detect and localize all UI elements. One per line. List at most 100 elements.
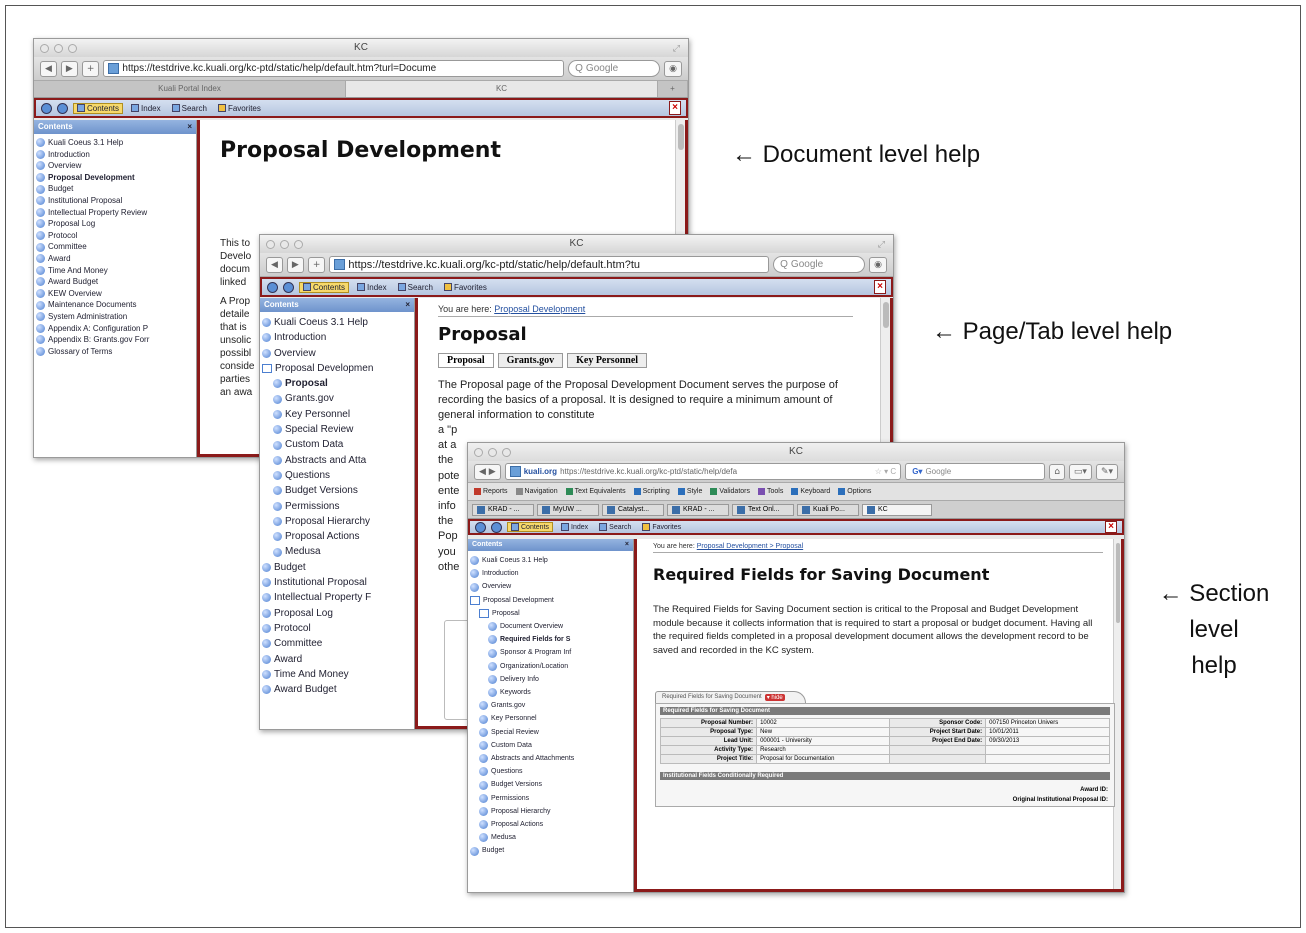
sidebar-item[interactable]: Appendix A: Configuration P [36,323,194,335]
search-field[interactable]: Q Google [568,60,661,77]
sidebar-item[interactable]: Award Budget [36,276,194,288]
contents-button[interactable]: Contents [299,281,350,293]
help-close-icon[interactable]: × [669,101,681,115]
sidebar-item[interactable]: Proposal Log [36,218,194,230]
sidebar-item[interactable]: Organization/Location [470,660,631,673]
sidebar-item[interactable]: Award [262,652,412,667]
help-forward-icon[interactable] [491,521,502,533]
sidebar-item[interactable]: Abstracts and Atta [262,453,412,468]
sidebar-item[interactable]: Budget Versions [262,483,412,498]
sidebar-item[interactable]: Kuali Coeus 3.1 Help [36,137,194,149]
sidebar-item[interactable]: Questions [262,468,412,483]
browser-tab[interactable]: KRAD - ... [667,503,729,516]
search-button[interactable]: Search [395,283,436,292]
search-field[interactable]: G▾ Google [905,463,1046,480]
sidebar-item[interactable]: Keywords [470,686,631,699]
section-tab[interactable]: Required Fields for Saving Document ▾ hi… [655,690,806,703]
firebug-icon[interactable]: ✎▾ [1095,463,1118,480]
browser-tab[interactable]: MyUW ... [537,503,599,516]
sidebar-item[interactable]: Kuali Coeus 3.1 Help [262,315,412,330]
devbar-menu[interactable]: Text Equivalents [565,488,626,495]
sidebar-item[interactable]: Grants.gov [470,699,631,712]
reload-button[interactable]: ◉ [664,60,682,77]
sidebar-item[interactable]: Introduction [470,567,631,580]
new-tab-button[interactable]: + [81,60,100,77]
sidebar-item[interactable]: Introduction [262,330,412,345]
sidebar-item[interactable]: Required Fields for S [470,633,631,646]
sidebar-item[interactable]: Overview [262,346,412,361]
sidebar-item[interactable]: Proposal Log [262,606,412,621]
help-back-icon[interactable] [41,102,52,114]
sidebar-item[interactable]: Introduction [36,149,194,161]
sidebar-item[interactable]: Permissions [262,499,412,514]
help-close-icon[interactable]: × [874,280,886,294]
sidebar-item[interactable]: Permissions [470,792,631,805]
sidebar-item[interactable]: System Administration [36,311,194,323]
sidebar-item[interactable]: Key Personnel [262,407,412,422]
sidebar-item[interactable]: Budget [470,844,631,857]
sidebar-item[interactable]: Custom Data [470,739,631,752]
browser-tab[interactable]: Kuali Po... [797,503,859,516]
index-button[interactable]: Index [128,104,164,113]
tab-key-personnel[interactable]: Key Personnel [567,353,648,368]
address-bar[interactable]: https://testdrive.kc.kuali.org/kc-ptd/st… [103,60,565,77]
sidebar-item[interactable]: Committee [36,241,194,253]
window-controls[interactable] [40,44,77,53]
sidebar-item[interactable]: Protocol [262,621,412,636]
help-forward-icon[interactable] [57,102,68,114]
sidebar-item[interactable]: Award [36,253,194,265]
sidebar-item[interactable]: Time And Money [262,667,412,682]
forward-button[interactable]: ▶ [60,60,78,77]
help-close-icon[interactable]: × [1105,521,1117,533]
sidebar-item[interactable]: Grants.gov [262,391,412,406]
sidebar-item[interactable]: Proposal Development [36,172,194,184]
search-button[interactable]: Search [596,523,634,531]
tab-kc[interactable]: KC [346,81,658,97]
sidebar-item[interactable]: KEW Overview [36,288,194,300]
sidebar-item[interactable]: Special Review [262,422,412,437]
back-button[interactable]: ◀ [40,60,57,77]
sidebar-item[interactable]: Medusa [262,544,412,559]
tab-grants-gov[interactable]: Grants.gov [497,353,564,368]
sidebar-item[interactable]: Overview [36,160,194,172]
sidebar-item[interactable]: Budget [262,560,412,575]
sidebar-item[interactable]: Kuali Coeus 3.1 Help [470,554,631,567]
help-forward-icon[interactable] [283,281,294,293]
sidebar-close-icon[interactable]: × [625,539,629,551]
browser-tab[interactable]: Catalyst... [602,503,664,516]
help-back-icon[interactable] [267,281,278,293]
help-back-icon[interactable] [475,521,486,533]
sidebar-close-icon[interactable]: × [187,120,192,134]
sidebar-item[interactable]: Sponsor & Program Inf [470,646,631,659]
sidebar-item[interactable]: Proposal Actions [262,529,412,544]
devbar-menu[interactable]: Reports [474,488,508,495]
address-bar[interactable]: kuali.org https://testdrive.kc.kuali.org/… [504,463,902,480]
tab-kuali-portal[interactable]: Kuali Portal Index [34,81,346,97]
breadcrumb-link[interactable]: Proposal Development [494,304,585,314]
window-controls[interactable] [266,240,303,249]
back-forward-button[interactable]: ◀ ▶ [474,463,501,480]
sidebar-item[interactable]: Institutional Proposal [36,195,194,207]
devbar-menu[interactable]: Options [838,488,871,495]
back-button[interactable]: ◀ [266,256,283,273]
favorites-button[interactable]: Favorites [441,283,490,292]
sidebar-item[interactable]: Budget Versions [470,778,631,791]
sidebar-item[interactable]: Delivery Info [470,673,631,686]
sidebar-item[interactable]: Protocol [36,230,194,242]
contents-button[interactable]: Contents [73,102,124,114]
favorites-button[interactable]: Favorites [639,523,684,531]
sidebar-item[interactable]: Award Budget [262,682,412,697]
devbar-menu[interactable]: Validators [710,488,750,495]
sidebar-item[interactable]: Key Personnel [470,712,631,725]
sidebar-item[interactable]: Proposal [470,607,631,620]
sidebar-item[interactable]: Proposal Hierarchy [262,514,412,529]
browser-tab[interactable]: Text Onl... [732,503,794,516]
sidebar-item[interactable]: Institutional Proposal [262,575,412,590]
sidebar-item[interactable]: Committee [262,636,412,651]
sidebar-item[interactable]: Maintenance Documents [36,299,194,311]
search-field[interactable]: Q Google [773,256,866,273]
sidebar-item[interactable]: Proposal Hierarchy [470,805,631,818]
reload-button[interactable]: ◉ [869,256,887,273]
hide-button[interactable]: ▾ hide [764,693,785,701]
sidebar-item[interactable]: Medusa [470,831,631,844]
